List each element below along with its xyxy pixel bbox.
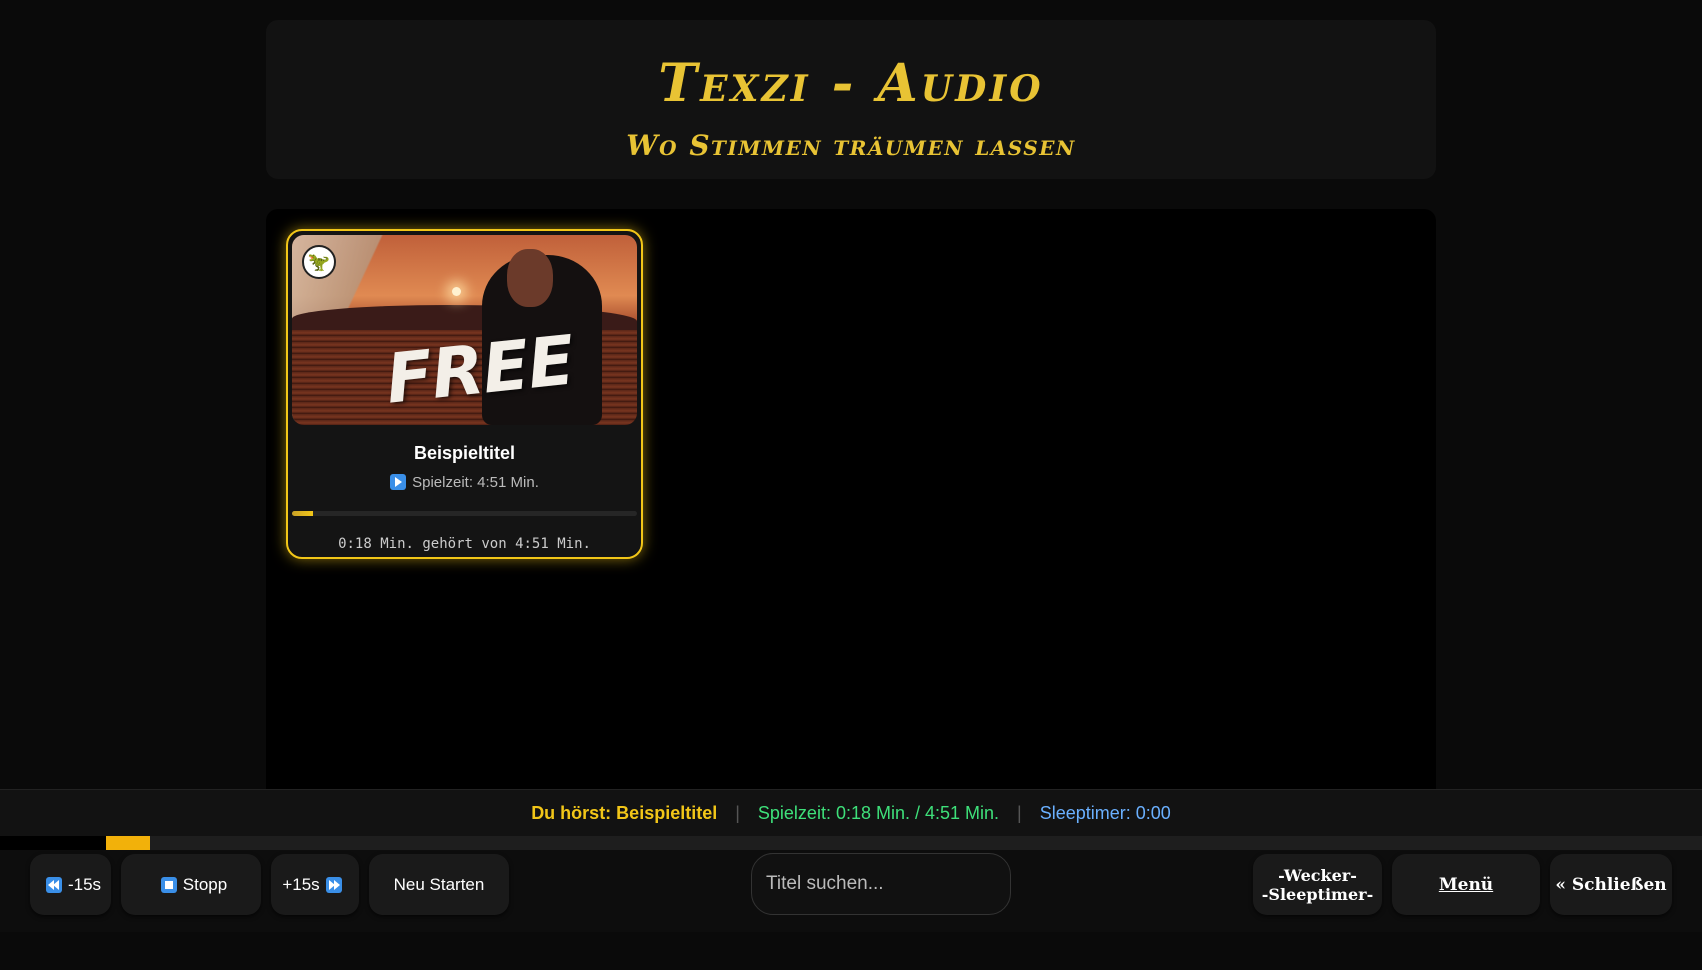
restart-button[interactable]: Neu Starten bbox=[369, 854, 509, 915]
stop-label: Stopp bbox=[182, 874, 228, 894]
player-status-bar: Du hörst: Beispieltitel | Spielzeit: 0:1… bbox=[0, 789, 1702, 836]
close-button[interactable]: « Schließen bbox=[1550, 854, 1672, 915]
site-subtitle: Wo Stimmen träumen lassen bbox=[626, 129, 1076, 162]
seek-bar-played bbox=[0, 836, 106, 850]
rewind-15-button[interactable]: -15s bbox=[30, 854, 111, 915]
seek-bar[interactable] bbox=[0, 836, 1702, 850]
sun-shape bbox=[452, 287, 461, 296]
menu-button[interactable]: Menü bbox=[1392, 854, 1540, 915]
track-progress-bar bbox=[292, 511, 637, 516]
playtime-text: Spielzeit: 0:18 Min. / 4:51 Min. bbox=[757, 802, 1000, 823]
forward-15-button[interactable]: +15s bbox=[271, 854, 359, 915]
sleeptimer-text: Sleeptimer: 0:00 bbox=[1039, 802, 1171, 823]
play-icon bbox=[390, 474, 407, 490]
track-thumbnail[interactable]: FREE 🦖 bbox=[292, 235, 637, 425]
stop-icon bbox=[160, 876, 177, 893]
fast-forward-icon bbox=[325, 876, 342, 893]
forward-label: +15s bbox=[282, 874, 320, 894]
status-separator: | bbox=[1017, 802, 1022, 823]
track-title: Beispieltitel bbox=[413, 443, 516, 463]
track-card[interactable]: FREE 🦖 Beispieltitel Spielzeit: 4:51 Min… bbox=[286, 229, 643, 559]
footer-strip bbox=[0, 932, 1702, 970]
dino-logo-icon: 🦖 bbox=[302, 245, 336, 279]
track-playtime-text: Spielzeit: 4:51 Min. bbox=[412, 474, 539, 491]
menu-label: Menü bbox=[1438, 874, 1494, 895]
site-header: Texzi - Audio Wo Stimmen träumen lassen bbox=[266, 20, 1436, 179]
alarm-sleeptimer-button[interactable]: -Wecker- -Sleeptimer- bbox=[1253, 854, 1382, 915]
sleeptimer-label: -Sleeptimer- bbox=[1261, 884, 1374, 904]
search-input[interactable] bbox=[751, 853, 1011, 915]
rewind-label: -15s bbox=[67, 874, 102, 894]
track-progress-fill bbox=[292, 511, 314, 516]
stop-button[interactable]: Stopp bbox=[121, 854, 261, 915]
now-playing-text: Du hörst: Beispieltitel bbox=[531, 802, 718, 823]
player-controls: -15s Stopp +15s Neu Starten -Wecker- -Sl… bbox=[0, 850, 1702, 932]
track-listened-text: 0:18 Min. gehört von 4:51 Min. bbox=[338, 536, 591, 552]
rewind-icon bbox=[45, 876, 62, 893]
alarm-label: -Wecker- bbox=[1278, 865, 1357, 885]
status-separator: | bbox=[735, 802, 740, 823]
track-playtime: Spielzeit: 4:51 Min. bbox=[288, 474, 641, 491]
site-title: Texzi - Audio bbox=[658, 53, 1044, 114]
seek-bar-handle[interactable] bbox=[106, 836, 150, 850]
person-head bbox=[507, 249, 553, 307]
